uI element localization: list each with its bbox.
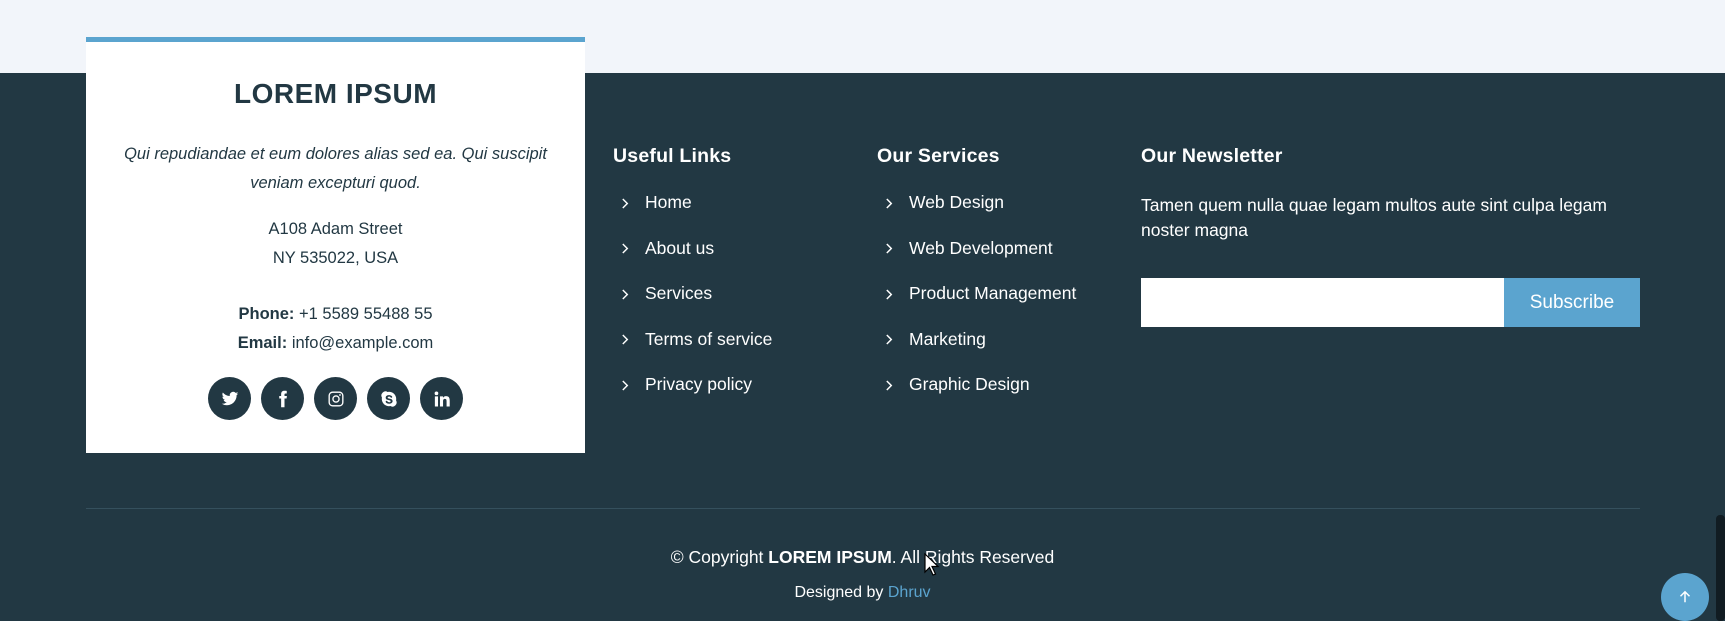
back-to-top-button[interactable] xyxy=(1661,573,1709,621)
services-column: Our Services Web Design Web Development … xyxy=(877,145,1076,394)
useful-links-list: Home About us Services Terms of service … xyxy=(621,192,772,420)
chevron-right-icon xyxy=(621,238,637,260)
footer-info-card: LOREM IPSUM Qui repudiandae et eum dolor… xyxy=(86,37,585,453)
address-line-2: NY 535022, USA xyxy=(272,249,399,267)
useful-link-label[interactable]: Services xyxy=(645,283,712,304)
email-address: info@example.com xyxy=(291,334,434,352)
list-item[interactable]: Terms of service xyxy=(621,329,772,375)
facebook-icon xyxy=(278,390,287,407)
list-item[interactable]: Web Design xyxy=(885,192,1076,238)
list-item[interactable]: Marketing xyxy=(885,329,1076,375)
service-link-label[interactable]: Marketing xyxy=(909,329,986,350)
social-links xyxy=(86,377,585,420)
useful-link-label[interactable]: Home xyxy=(645,192,692,213)
chevron-right-icon xyxy=(621,283,637,305)
copyright-brand: LOREM IPSUM xyxy=(768,547,892,567)
skype-link[interactable] xyxy=(367,377,410,420)
useful-links-column: Useful Links Home About us Services Term… xyxy=(613,145,772,394)
designer-link[interactable]: Dhruv xyxy=(888,584,931,601)
linkedin-link[interactable] xyxy=(420,377,463,420)
list-item[interactable]: Product Management xyxy=(885,283,1076,329)
newsletter-column: Our Newsletter Tamen quem nulla quae leg… xyxy=(1141,145,1640,327)
chevron-right-icon xyxy=(885,283,901,305)
footer-divider xyxy=(86,508,1640,509)
useful-link-label[interactable]: About us xyxy=(645,238,714,259)
address: A108 Adam Street NY 535022, USA xyxy=(86,215,585,273)
facebook-link[interactable] xyxy=(261,377,304,420)
chevron-right-icon xyxy=(621,329,637,351)
service-link-label[interactable]: Web Development xyxy=(909,238,1053,259)
phone-label: Phone: xyxy=(238,305,295,323)
list-item[interactable]: Home xyxy=(621,192,772,238)
useful-links-heading: Useful Links xyxy=(613,145,732,167)
brand-description: Qui repudiandae et eum dolores alias sed… xyxy=(124,145,547,192)
list-item[interactable]: Graphic Design xyxy=(885,374,1076,420)
newsletter-heading: Our Newsletter xyxy=(1141,145,1283,167)
phone-number: +1 5589 55488 55 xyxy=(299,305,433,323)
newsletter-form: Subscribe xyxy=(1141,278,1640,327)
newsletter-description: Tamen quem nulla quae legam multos aute … xyxy=(1141,195,1607,240)
services-heading: Our Services xyxy=(877,145,1000,167)
subscribe-button[interactable]: Subscribe xyxy=(1504,278,1640,327)
newsletter-email-input[interactable] xyxy=(1141,278,1504,327)
twitter-icon xyxy=(221,391,238,405)
chevron-right-icon xyxy=(885,192,901,214)
service-link-label[interactable]: Product Management xyxy=(909,283,1076,304)
contact-info: Phone: +1 5589 55488 55 Email: info@exam… xyxy=(86,300,585,358)
service-link-label[interactable]: Graphic Design xyxy=(909,374,1030,395)
service-link-label[interactable]: Web Design xyxy=(909,192,1004,213)
list-item[interactable]: Web Development xyxy=(885,238,1076,284)
services-list: Web Design Web Development Product Manag… xyxy=(885,192,1076,420)
arrow-up-icon xyxy=(1679,590,1691,603)
chevron-right-icon xyxy=(621,374,637,396)
useful-link-label[interactable]: Terms of service xyxy=(645,329,772,350)
chevron-right-icon xyxy=(885,374,901,396)
copyright-suffix: . All Rights Reserved xyxy=(891,547,1055,567)
chevron-right-icon xyxy=(885,329,901,351)
mouse-cursor-icon xyxy=(924,553,940,576)
credits: Designed by Dhruv xyxy=(0,584,1725,602)
email-label: Email: xyxy=(237,334,288,352)
chevron-right-icon xyxy=(621,192,637,214)
copyright: © Copyright LOREM IPSUM. All Rights Rese… xyxy=(0,547,1725,568)
address-line-1: A108 Adam Street xyxy=(268,220,403,238)
list-item[interactable]: Services xyxy=(621,283,772,329)
instagram-link[interactable] xyxy=(314,377,357,420)
list-item[interactable]: Privacy policy xyxy=(621,374,772,420)
useful-link-label[interactable]: Privacy policy xyxy=(645,374,752,395)
designed-by-label: Designed by xyxy=(794,584,884,601)
brand-title: LOREM IPSUM xyxy=(233,78,438,109)
scrollbar-thumb[interactable] xyxy=(1716,515,1725,621)
chevron-right-icon xyxy=(885,238,901,260)
linkedin-icon xyxy=(434,391,450,406)
twitter-link[interactable] xyxy=(208,377,251,420)
copyright-prefix: © Copyright xyxy=(670,547,764,567)
list-item[interactable]: About us xyxy=(621,238,772,284)
instagram-icon xyxy=(328,391,343,406)
skype-icon xyxy=(380,390,397,407)
